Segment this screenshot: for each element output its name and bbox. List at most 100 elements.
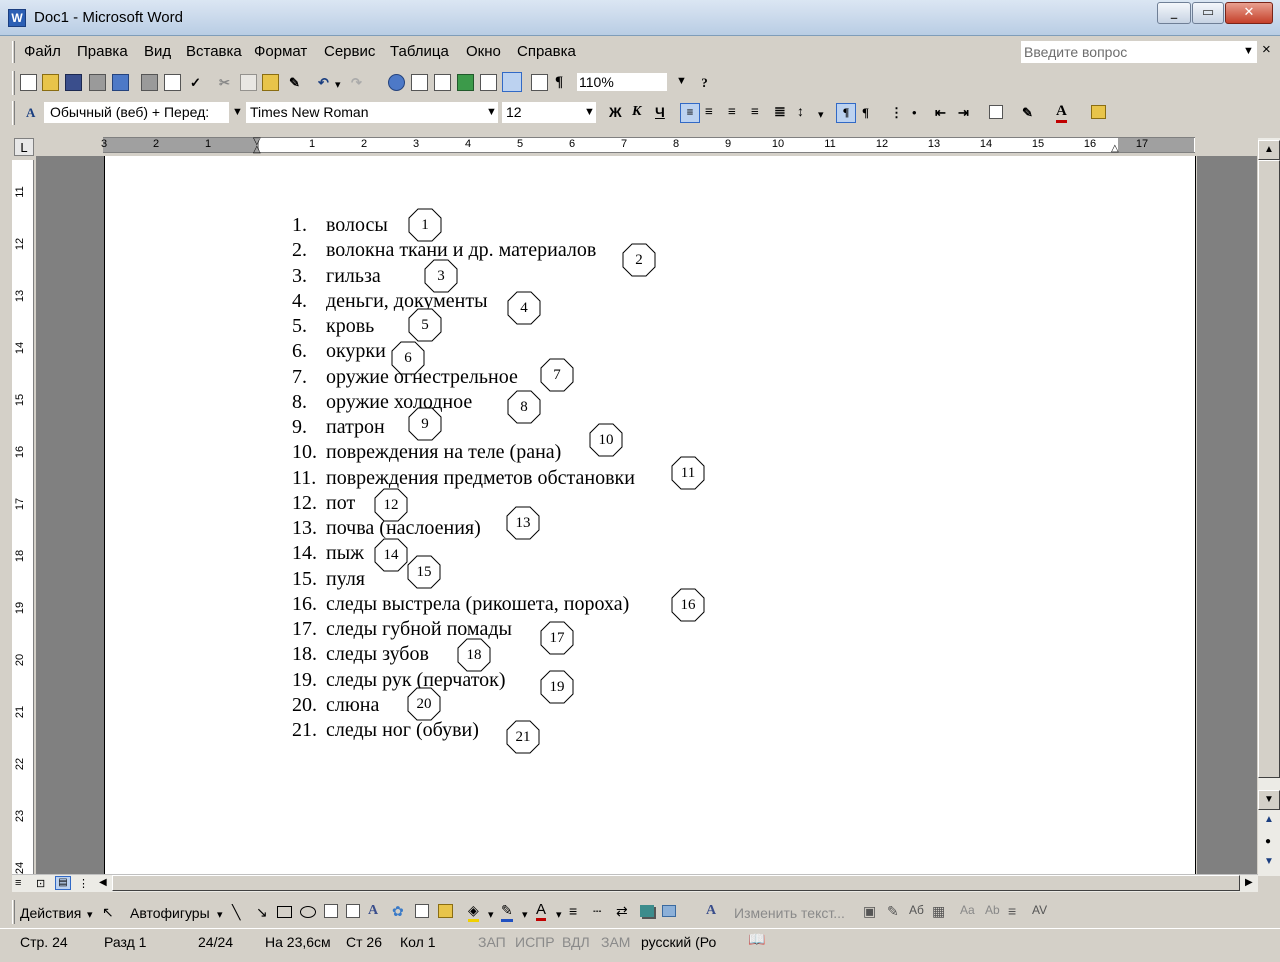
print-preview-icon[interactable]: [164, 74, 181, 91]
align-right-icon[interactable]: ≡: [728, 104, 736, 121]
list-item[interactable]: 10. повреждения на теле (рана): [292, 440, 561, 464]
email-icon[interactable]: [112, 74, 129, 91]
line-spacing-icon[interactable]: ↕: [797, 104, 804, 121]
justify-icon[interactable]: ≡: [751, 104, 759, 121]
autoshapes-dropdown-icon[interactable]: ▾: [217, 908, 223, 921]
menu-format[interactable]: Формат: [254, 43, 307, 60]
undo-icon[interactable]: ↶: [315, 74, 332, 91]
octagon-marker[interactable]: 6: [391, 341, 425, 375]
style-dropdown-icon[interactable]: ▼: [232, 106, 243, 118]
list-item[interactable]: 3. гильза: [292, 264, 381, 288]
edit-text-button[interactable]: Изменить текст...: [734, 905, 845, 921]
help-icon[interactable]: ?: [696, 74, 713, 91]
octagon-marker[interactable]: 10: [589, 423, 623, 457]
document-map-icon[interactable]: [531, 74, 548, 91]
clip-art-icon[interactable]: [415, 904, 429, 918]
right-indent-marker[interactable]: △: [1111, 144, 1119, 154]
vertical-text-box-icon[interactable]: [346, 904, 360, 918]
octagon-marker[interactable]: 21: [506, 720, 540, 754]
octagon-marker[interactable]: 2: [622, 243, 656, 277]
copy-icon[interactable]: [240, 74, 257, 91]
text-box-icon[interactable]: [324, 904, 338, 918]
style-field[interactable]: Обычный (веб) + Перед:: [44, 102, 229, 123]
font-color-dropdown-icon[interactable]: ▾: [556, 908, 562, 921]
font-color-icon[interactable]: A: [536, 901, 547, 921]
status-record[interactable]: ЗАП: [478, 934, 506, 950]
browse-object-icon[interactable]: ●: [1265, 836, 1271, 847]
toolbar-grip[interactable]: [12, 900, 15, 924]
actions-dropdown-icon[interactable]: ▾: [87, 908, 93, 921]
scroll-down-button[interactable]: ▼: [1258, 790, 1280, 810]
list-item[interactable]: 16. следы выстрела (рикошета, пороха): [292, 592, 629, 616]
close-button[interactable]: ✕: [1225, 2, 1273, 24]
menu-insert[interactable]: Вставка: [186, 43, 242, 60]
arrow-icon[interactable]: ↘: [256, 904, 268, 921]
font-size-field[interactable]: 12: [502, 102, 596, 123]
list-item[interactable]: 5. кровь: [292, 314, 374, 338]
list-item[interactable]: 9. патрон: [292, 415, 385, 439]
font-field[interactable]: Times New Roman: [246, 102, 498, 123]
octagon-marker[interactable]: 5: [408, 308, 442, 342]
distributed-icon[interactable]: ≣: [774, 104, 786, 121]
insert-excel-icon[interactable]: [457, 74, 474, 91]
picture-icon[interactable]: [438, 904, 453, 918]
drawing-icon[interactable]: [502, 72, 522, 92]
line-style-icon[interactable]: ≡: [569, 903, 577, 919]
tab-selector[interactable]: L: [14, 138, 34, 156]
paste-icon[interactable]: [262, 74, 279, 91]
list-item[interactable]: 15. пуля: [292, 567, 365, 591]
highlight-icon[interactable]: ✎: [1022, 104, 1033, 121]
octagon-marker[interactable]: 4: [507, 291, 541, 325]
word-app-icon[interactable]: W: [8, 9, 26, 27]
hscroll-thumb[interactable]: [112, 875, 1240, 891]
list-item[interactable]: 4. деньги, документы: [292, 289, 488, 313]
undo-dropdown-icon[interactable]: ▾: [335, 78, 341, 91]
previous-page-icon[interactable]: ▲: [1264, 814, 1274, 825]
octagon-marker[interactable]: 1: [408, 208, 442, 242]
octagon-marker[interactable]: 7: [540, 358, 574, 392]
zoom-dropdown-icon[interactable]: ▼: [676, 75, 687, 87]
line-icon[interactable]: ╲: [232, 904, 240, 921]
align-left-icon[interactable]: ≡: [680, 103, 700, 123]
shape-options-icon[interactable]: ▣: [863, 903, 876, 920]
bold-button[interactable]: Ж: [609, 104, 622, 120]
borders-icon[interactable]: [989, 105, 1003, 119]
permission-icon[interactable]: [89, 74, 106, 91]
rectangle-icon[interactable]: [277, 906, 292, 918]
list-item[interactable]: 18. следы зубов: [292, 642, 429, 666]
hyperlink-icon[interactable]: [388, 74, 405, 91]
align-center-icon[interactable]: ≡: [705, 104, 713, 121]
help-question-input[interactable]: Введите вопрос: [1020, 40, 1258, 64]
octagon-marker[interactable]: 15: [407, 555, 441, 589]
insert-picture-icon[interactable]: [1091, 105, 1106, 119]
fill-color-icon[interactable]: ◈: [468, 902, 479, 922]
tables-borders-icon[interactable]: [411, 74, 428, 91]
scroll-up-button[interactable]: ▲: [1258, 140, 1280, 160]
actions-menu[interactable]: Действия: [20, 905, 81, 921]
menu-view[interactable]: Вид: [144, 43, 171, 60]
open-folder-icon[interactable]: [42, 74, 59, 91]
show-formatting-icon[interactable]: ¶: [555, 74, 563, 91]
ltr-paragraph-icon[interactable]: ¶: [836, 103, 856, 123]
wordart-shape-icon[interactable]: Аб: [909, 903, 924, 917]
maximize-button[interactable]: ▭: [1192, 2, 1224, 24]
autoshapes-menu[interactable]: Автофигуры: [130, 905, 210, 921]
dash-style-icon[interactable]: ┄: [593, 903, 601, 920]
vertical-text-icon[interactable]: Ab: [985, 903, 1000, 917]
diagram-icon[interactable]: ✿: [392, 903, 404, 920]
toolbar-grip[interactable]: [12, 71, 15, 95]
line-spacing-dropdown-icon[interactable]: ▾: [818, 108, 824, 121]
next-page-icon[interactable]: ▼: [1264, 856, 1274, 867]
print-icon[interactable]: [141, 74, 158, 91]
scroll-thumb[interactable]: [1258, 160, 1280, 778]
list-item[interactable]: 11. повреждения предметов обстановки: [292, 466, 635, 490]
menubar-grip[interactable]: [12, 41, 15, 63]
insert-table-icon[interactable]: [434, 74, 451, 91]
increase-indent-icon[interactable]: ⇥: [958, 104, 969, 121]
octagon-marker[interactable]: 9: [408, 407, 442, 441]
columns-icon[interactable]: [480, 74, 497, 91]
octagon-marker[interactable]: 14: [374, 538, 408, 572]
line-color-icon[interactable]: ✎: [501, 902, 513, 922]
size-dropdown-icon[interactable]: ▼: [584, 106, 595, 118]
status-extend[interactable]: ВДЛ: [562, 934, 590, 950]
